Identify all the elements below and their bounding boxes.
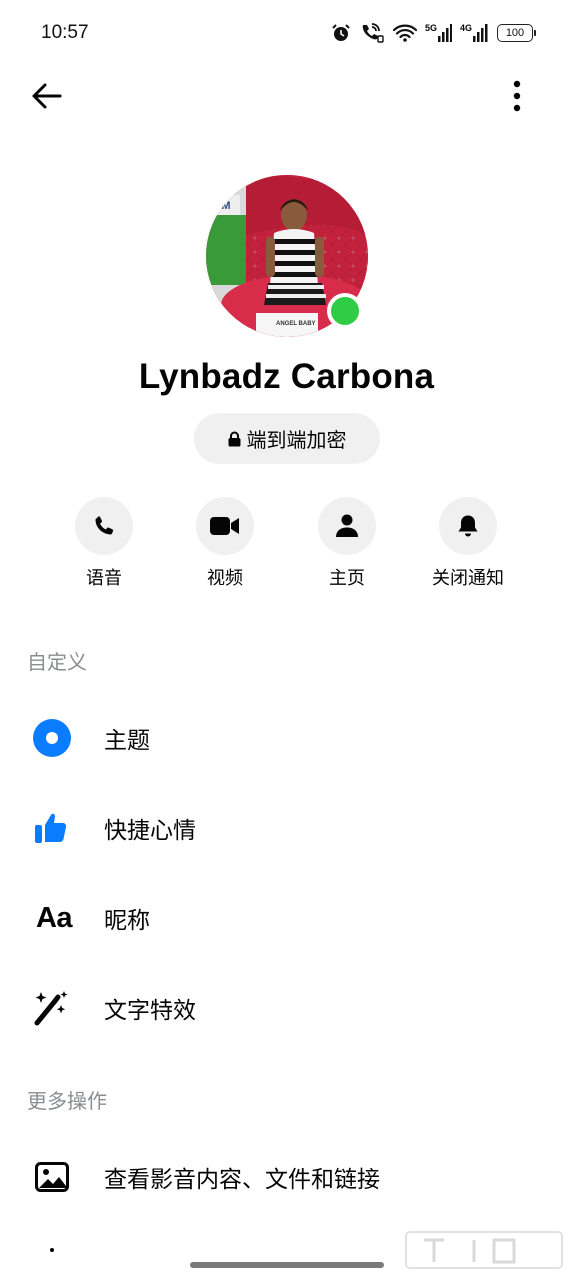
action-label: 主页 — [329, 568, 365, 589]
svg-text:SM: SM — [214, 200, 231, 212]
image-gallery-icon — [32, 1157, 72, 1197]
action-label: 视频 — [207, 568, 243, 589]
encryption-label: 端到端加密 — [246, 428, 347, 452]
battery-indicator: 100 — [497, 24, 536, 42]
status-icons: 5G 4G 100 — [331, 22, 536, 44]
aa-glyph: Aa — [35, 901, 73, 934]
action-video-call[interactable]: 视频 — [175, 497, 275, 590]
menu-label: 快捷心情 — [104, 818, 196, 844]
online-status-indicator — [327, 293, 363, 329]
action-mute-notifications[interactable]: 关闭通知 — [418, 497, 518, 590]
status-time: 10:57 — [41, 22, 89, 43]
action-profile[interactable]: 主页 — [297, 497, 397, 590]
back-button[interactable] — [26, 78, 66, 114]
menu-item-view-media[interactable]: 查看影音内容、文件和链接 — [0, 1141, 573, 1213]
wifi-icon — [392, 24, 417, 42]
action-circle[interactable] — [75, 497, 133, 555]
status-bar: 10:57 5G 4G 100 — [0, 0, 573, 64]
action-circle[interactable] — [439, 497, 497, 555]
network-4g-label: 4G — [459, 23, 472, 33]
menu-label: 主题 — [104, 728, 150, 754]
profile-name: Lynbadz Carbona — [138, 357, 435, 396]
theme-circle-icon — [32, 718, 72, 758]
network-5g-label: 5G — [424, 23, 437, 33]
action-circle[interactable] — [318, 497, 376, 555]
menu-item-nickname[interactable]: Aa 昵称 — [0, 882, 573, 954]
more-vertical-icon — [513, 80, 521, 112]
menu-item-theme[interactable]: 主题 — [0, 702, 573, 774]
person-icon — [336, 514, 358, 537]
action-voice-call[interactable]: 语音 — [54, 497, 154, 590]
signal-bars-icon — [437, 24, 452, 42]
section-header-customize: 自定义 — [27, 650, 87, 674]
watermark — [398, 1224, 570, 1276]
menu-item-word-effects[interactable]: 文字特效 — [0, 972, 573, 1044]
signal-4g: 4G — [460, 24, 489, 42]
video-camera-icon — [210, 517, 239, 535]
phone-icon — [95, 516, 114, 535]
back-arrow-icon — [32, 83, 62, 109]
end-to-end-encryption-button[interactable]: 端到端加密 — [194, 413, 380, 464]
menu-label: 文字特效 — [104, 998, 196, 1024]
lock-icon — [228, 431, 240, 446]
alarm-icon — [332, 24, 350, 41]
menu-label: 查看影音内容、文件和链接 — [104, 1167, 380, 1193]
signal-5g: 5G — [425, 24, 452, 42]
avatar-sign-text: ANGEL BABY — [276, 321, 316, 327]
text-aa-icon: Aa — [30, 898, 78, 938]
menu-label: 昵称 — [104, 908, 150, 934]
bell-icon — [458, 515, 478, 537]
thumbs-up-icon — [32, 808, 72, 848]
top-nav — [0, 64, 573, 128]
section-header-more-actions: 更多操作 — [27, 1089, 107, 1113]
quick-actions: 语音 视频 主页 关闭通知 — [0, 497, 573, 597]
action-circle[interactable] — [196, 497, 254, 555]
signal-bars-icon — [473, 24, 488, 42]
home-indicator[interactable] — [190, 1262, 384, 1268]
profile-avatar-container[interactable]: SM ANGEL BABY — [206, 175, 368, 337]
more-options-button[interactable] — [505, 76, 529, 116]
action-label: 语音 — [86, 568, 122, 589]
magic-wand-icon — [32, 988, 72, 1028]
partial-menu-icon — [50, 1248, 54, 1252]
wifi-calling-icon — [362, 23, 384, 43]
action-label: 关闭通知 — [432, 568, 504, 589]
menu-item-quick-reaction[interactable]: 快捷心情 — [0, 792, 573, 864]
